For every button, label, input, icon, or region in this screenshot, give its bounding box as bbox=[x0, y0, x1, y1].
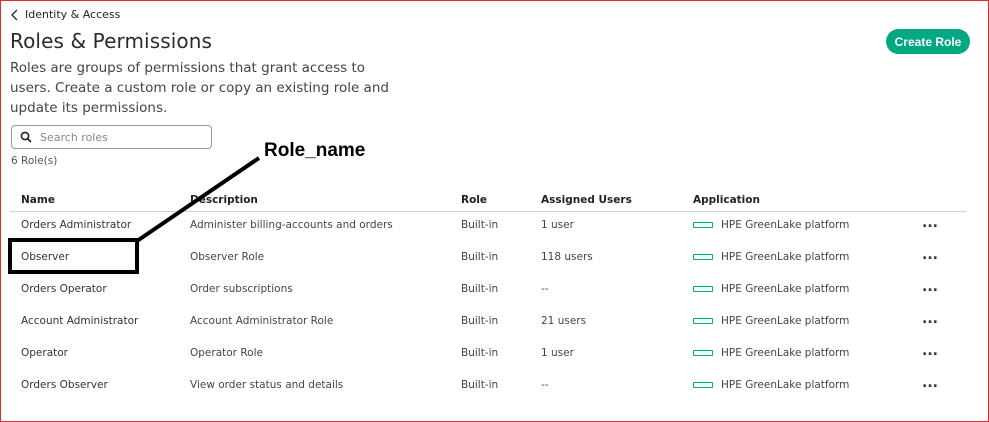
role-name[interactable]: Observer bbox=[21, 251, 69, 263]
application-icon bbox=[693, 382, 713, 388]
application-cell: HPE GreenLake platform bbox=[693, 219, 849, 231]
application-name: HPE GreenLake platform bbox=[721, 379, 850, 391]
role-description: Observer Role bbox=[190, 251, 265, 263]
more-actions-button[interactable]: ... bbox=[922, 375, 938, 391]
role-description: Operator Role bbox=[190, 347, 263, 359]
assigned-users: 1 user bbox=[541, 219, 574, 231]
assigned-users: 1 user bbox=[541, 347, 574, 359]
annotation-label: Role_name bbox=[264, 140, 366, 161]
role-type: Built-in bbox=[461, 283, 499, 295]
role-description: Order subscriptions bbox=[190, 283, 293, 295]
column-header-application[interactable]: Application bbox=[693, 194, 760, 206]
role-name[interactable]: Orders Operator bbox=[21, 283, 107, 295]
chevron-left-icon bbox=[11, 9, 18, 20]
role-type: Built-in bbox=[461, 251, 499, 263]
search-box[interactable] bbox=[11, 125, 212, 149]
application-cell: HPE GreenLake platform bbox=[693, 283, 849, 295]
assigned-users: 118 users bbox=[541, 251, 593, 263]
roles-table-body: Orders Administrator Administer billing-… bbox=[10, 212, 966, 404]
application-name: HPE GreenLake platform bbox=[721, 251, 850, 263]
assigned-users: 21 users bbox=[541, 315, 587, 327]
column-header-role[interactable]: Role bbox=[461, 194, 487, 206]
application-icon bbox=[693, 254, 713, 260]
breadcrumb-label: Identity & Access bbox=[25, 8, 121, 21]
application-cell: HPE GreenLake platform bbox=[693, 251, 849, 263]
role-description: Account Administrator Role bbox=[190, 315, 334, 327]
role-type: Built-in bbox=[461, 379, 499, 391]
role-name[interactable]: Operator bbox=[21, 347, 68, 359]
application-icon bbox=[693, 318, 713, 324]
application-icon bbox=[693, 286, 713, 292]
application-name: HPE GreenLake platform bbox=[721, 283, 850, 295]
table-row[interactable]: Observer Observer Role Built-in 118 user… bbox=[10, 244, 966, 276]
role-name[interactable]: Orders Administrator bbox=[21, 219, 131, 231]
application-name: HPE GreenLake platform bbox=[721, 347, 850, 359]
more-actions-button[interactable]: ... bbox=[922, 279, 938, 295]
application-icon bbox=[693, 350, 713, 356]
application-name: HPE GreenLake platform bbox=[721, 219, 850, 231]
application-cell: HPE GreenLake platform bbox=[693, 347, 849, 359]
application-icon bbox=[693, 222, 713, 228]
application-cell: HPE GreenLake platform bbox=[693, 315, 849, 327]
role-description: View order status and details bbox=[190, 379, 344, 391]
page-description: Roles are groups of permissions that gra… bbox=[10, 60, 389, 116]
column-header-assigned-users[interactable]: Assigned Users bbox=[541, 194, 632, 206]
role-count: 6 Role(s) bbox=[11, 155, 58, 167]
role-type: Built-in bbox=[461, 315, 499, 327]
table-row[interactable]: Operator Operator Role Built-in 1 user H… bbox=[10, 340, 966, 372]
role-type: Built-in bbox=[461, 347, 499, 359]
more-actions-button[interactable]: ... bbox=[922, 343, 938, 359]
create-role-button[interactable]: Create Role bbox=[886, 29, 970, 54]
page-title: Roles & Permissions bbox=[10, 29, 213, 53]
search-input[interactable] bbox=[40, 130, 200, 144]
role-name[interactable]: Account Administrator bbox=[21, 315, 138, 327]
table-header: Name Description Role Assigned Users App… bbox=[10, 190, 966, 212]
table-row[interactable]: Orders Observer View order status and de… bbox=[10, 372, 966, 404]
table-row[interactable]: Orders Administrator Administer billing-… bbox=[10, 212, 966, 244]
role-name[interactable]: Orders Observer bbox=[21, 379, 108, 391]
column-header-name[interactable]: Name bbox=[21, 194, 55, 206]
application-name: HPE GreenLake platform bbox=[721, 315, 850, 327]
more-actions-button[interactable]: ... bbox=[922, 247, 938, 263]
role-description: Administer billing-accounts and orders bbox=[190, 219, 393, 231]
more-actions-button[interactable]: ... bbox=[922, 215, 938, 231]
table-row[interactable]: Orders Operator Order subscriptions Buil… bbox=[10, 276, 966, 308]
more-actions-button[interactable]: ... bbox=[922, 311, 938, 327]
assigned-users: -- bbox=[541, 379, 549, 391]
column-header-description[interactable]: Description bbox=[190, 194, 258, 206]
table-row[interactable]: Account Administrator Account Administra… bbox=[10, 308, 966, 340]
application-cell: HPE GreenLake platform bbox=[693, 379, 849, 391]
role-type: Built-in bbox=[461, 219, 499, 231]
search-icon bbox=[20, 131, 32, 143]
assigned-users: -- bbox=[541, 283, 549, 295]
breadcrumb[interactable]: Identity & Access bbox=[10, 8, 120, 21]
